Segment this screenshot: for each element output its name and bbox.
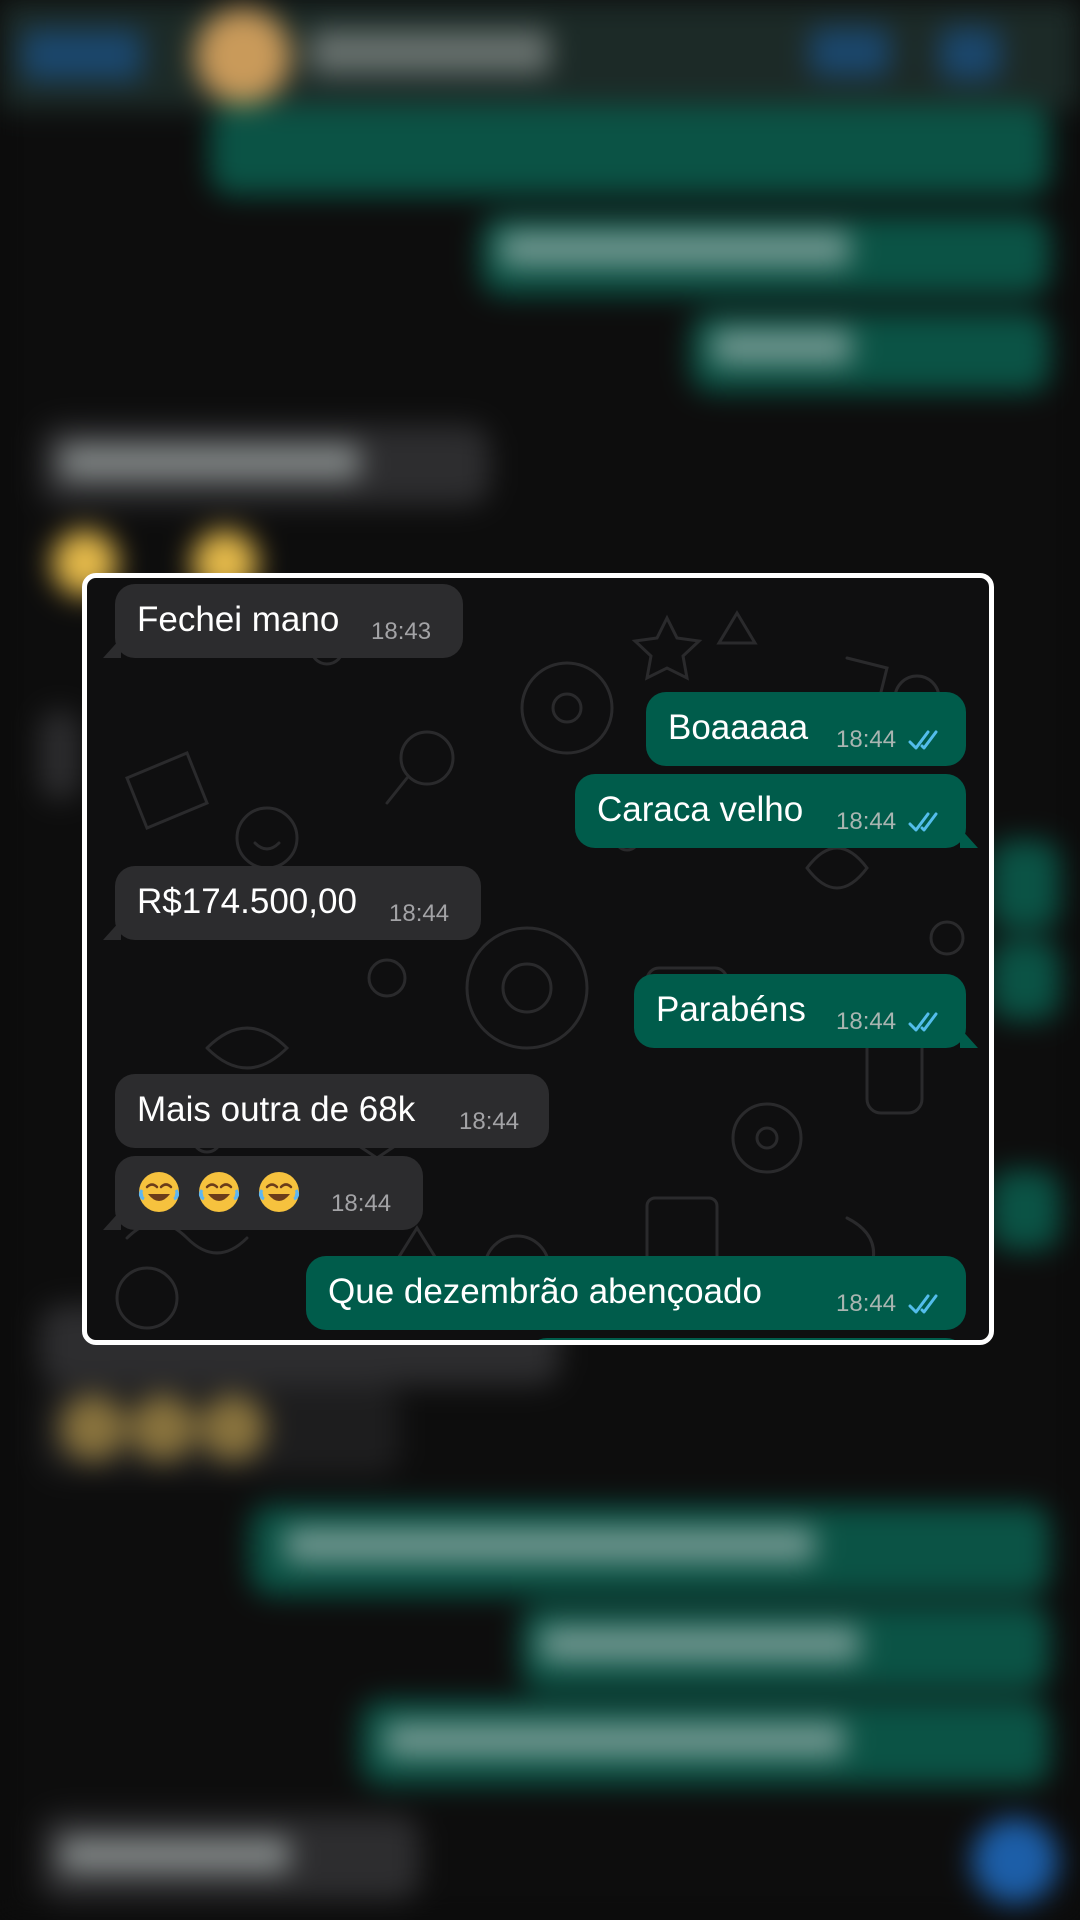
- avatar: [195, 8, 291, 104]
- outgoing-message-partial: [527, 1338, 966, 1340]
- message-text: Mais outra de 68k: [137, 1090, 416, 1129]
- message-time: 18:44: [836, 808, 897, 835]
- blurred-bubble: [990, 1170, 1060, 1250]
- double-check-icon: [908, 1294, 938, 1314]
- incoming-message[interactable]: R$174.500,00 18:44: [103, 866, 481, 940]
- chat-header: [0, 0, 1080, 110]
- phone-call-icon: [940, 28, 1000, 80]
- emoji-row: [137, 1170, 317, 1214]
- incoming-message[interactable]: Mais outra de 68k 18:44: [115, 1074, 549, 1148]
- blurred-bubble: [990, 940, 1060, 1020]
- blurred-text: [500, 232, 850, 266]
- outgoing-message[interactable]: Parabéns 18:44: [634, 974, 978, 1048]
- incoming-message[interactable]: Fechei mano 18:43: [103, 584, 463, 658]
- double-check-icon: [908, 812, 938, 832]
- message-text: Que dezembrão abençoado: [328, 1272, 762, 1311]
- back-button: [22, 30, 142, 80]
- message-text: Parabéns: [656, 990, 806, 1029]
- blurred-text: [60, 445, 360, 479]
- video-call-icon: [810, 28, 890, 76]
- blurred-text: [712, 330, 852, 364]
- double-check-icon: [908, 1012, 938, 1032]
- blurred-bubble: [990, 840, 1060, 930]
- blurred-bubble: [40, 710, 80, 800]
- message-time: 18:44: [836, 1290, 897, 1317]
- message-time: 18:44: [459, 1108, 520, 1135]
- message-time: 18:44: [389, 900, 450, 927]
- outgoing-message[interactable]: Caraca velho 18:44: [575, 774, 978, 848]
- face-with-tears-of-joy-icon: [198, 1172, 240, 1212]
- incoming-message[interactable]: 18:44: [103, 1156, 423, 1230]
- outgoing-message[interactable]: Boaaaaa 18:44: [646, 692, 966, 766]
- outgoing-message[interactable]: Que dezembrão abençoado 18:44: [306, 1256, 966, 1330]
- message-text: Boaaaaa: [668, 708, 809, 747]
- message-time: 18:44: [331, 1190, 392, 1217]
- message-text: Caraca velho: [597, 790, 804, 829]
- message-time: 18:43: [371, 618, 432, 645]
- message-text: R$174.500,00: [137, 882, 357, 921]
- message-text: Fechei mano: [137, 600, 340, 639]
- message-time: 18:44: [836, 1008, 897, 1035]
- face-with-tears-of-joy-icon: [138, 1172, 180, 1212]
- blurred-text: [540, 1627, 860, 1661]
- blurred-text: [285, 1528, 815, 1562]
- face-with-tears-of-joy-icon: [258, 1172, 300, 1212]
- message-time: 18:44: [836, 726, 897, 753]
- blurred-text: [385, 1723, 845, 1757]
- blurred-bubble: [210, 105, 1050, 195]
- contact-name: [310, 30, 550, 74]
- scroll-down-button: [972, 1818, 1058, 1904]
- blurred-bubble: [40, 1385, 400, 1475]
- chat-screenshot-panel: Fechei mano 18:43 Boaaaaa 18:44 Caraca v…: [82, 573, 994, 1345]
- blurred-text: [60, 1838, 290, 1872]
- double-check-icon: [908, 730, 938, 750]
